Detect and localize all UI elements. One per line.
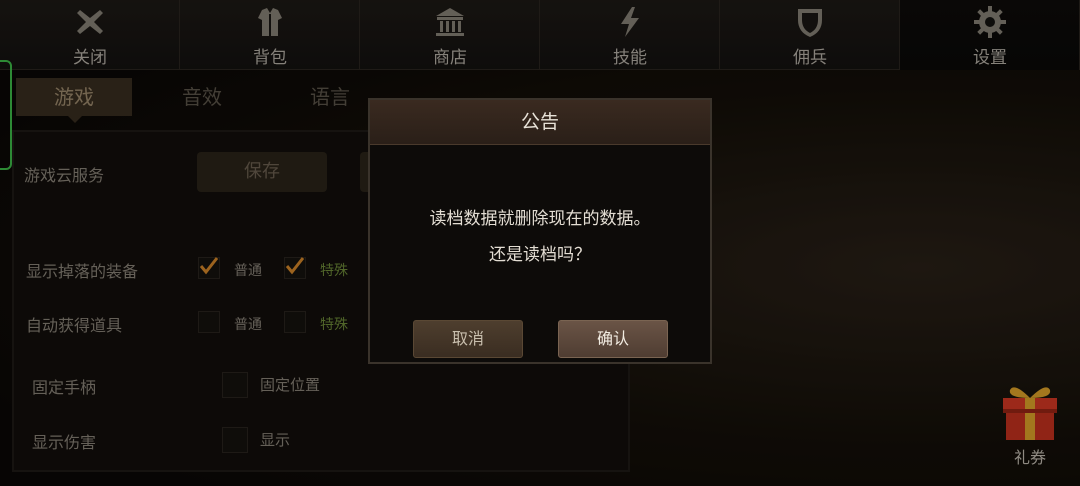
notice-dialog: 公告 读档数据就删除现在的数据。 还是读档吗？ 取消 确认 (368, 98, 712, 364)
confirm-button[interactable]: 确认 (558, 320, 668, 358)
dialog-title: 公告 (370, 100, 710, 145)
dialog-message-line1: 读档数据就删除现在的数据。 (429, 209, 651, 229)
dialog-message-line2: 还是读档吗？ (489, 245, 591, 265)
cancel-button[interactable]: 取消 (413, 320, 523, 358)
